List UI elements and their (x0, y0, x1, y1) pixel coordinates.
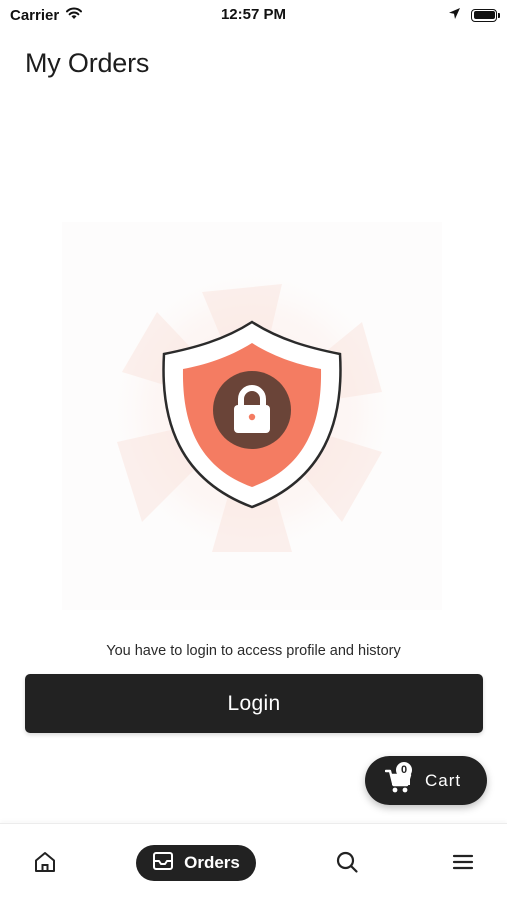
nav-menu[interactable] (449, 850, 477, 878)
shield-lock-icon (102, 262, 402, 562)
shield-lock-illustration (62, 222, 442, 610)
page-title: My Orders (25, 48, 150, 78)
nav-orders-label: Orders (184, 853, 240, 872)
nav-orders[interactable]: Orders (136, 845, 256, 881)
search-icon (335, 850, 359, 879)
battery-icon (471, 8, 500, 22)
carrier-label: Carrier (10, 6, 60, 24)
battery-level (473, 11, 495, 19)
cart-button[interactable]: 0 Cart (365, 756, 487, 805)
login-required-message: You have to login to access profile and … (106, 643, 401, 659)
wifi-icon (65, 6, 83, 24)
nav-home[interactable] (30, 850, 60, 878)
status-bar: Carrier 12:57 PM (0, 0, 507, 30)
status-left: Carrier (10, 6, 83, 24)
bottom-navigation: Orders (0, 823, 507, 900)
login-button[interactable]: Login (25, 674, 483, 733)
location-arrow-icon (448, 7, 461, 24)
inbox-icon (152, 851, 174, 876)
cart-count-badge: 0 (396, 761, 412, 778)
home-icon (33, 850, 57, 879)
nav-search[interactable] (333, 850, 361, 878)
cart-icon-wrap: 0 (384, 761, 413, 794)
cart-label: Cart (425, 770, 462, 790)
screen: Carrier 12:57 PM My Orders You have to l… (0, 0, 507, 900)
menu-icon (451, 850, 475, 879)
shopping-cart-icon (384, 769, 413, 798)
status-right (448, 7, 500, 24)
